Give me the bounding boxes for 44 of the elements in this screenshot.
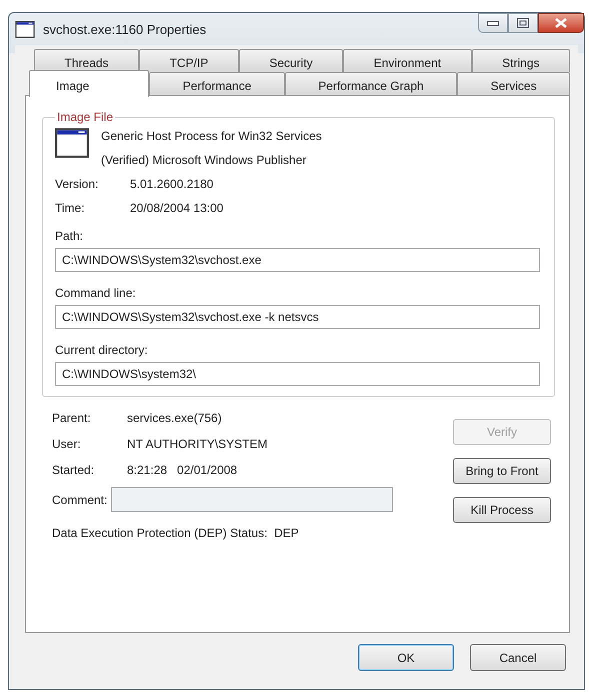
info-label: Started: xyxy=(52,463,96,477)
minimize-icon xyxy=(487,20,499,26)
tab[interactable]: TCP/IP xyxy=(139,49,239,72)
maximize-icon xyxy=(517,18,529,28)
app-icon xyxy=(15,20,35,38)
info-value: 20/08/2004 13:00 xyxy=(130,201,224,215)
info-value: services.exe(756) xyxy=(127,411,222,425)
close-button[interactable] xyxy=(538,13,584,33)
tab[interactable]: Services xyxy=(457,72,570,95)
description-text: Generic Host Process for Win32 Services xyxy=(101,129,322,143)
tab[interactable]: Security xyxy=(238,49,344,72)
info-value: 8:21:28 02/01/2008 xyxy=(127,463,238,477)
tab[interactable]: Environment xyxy=(343,49,472,72)
info-label: Version: xyxy=(55,177,100,191)
dep-status-text: Data Execution Protection (DEP) Status: DEP xyxy=(52,526,300,540)
text-field[interactable]: C:\WINDOWS\System32\svchost.exe -k netsvcs xyxy=(55,305,540,329)
close-icon xyxy=(555,18,567,28)
field-label: Command line: xyxy=(55,286,137,300)
comment-field[interactable] xyxy=(111,487,394,512)
dialog-button[interactable]: Cancel xyxy=(470,644,566,671)
info-value: NT AUTHORITY\SYSTEM xyxy=(127,437,268,451)
dialog-button[interactable]: OK xyxy=(358,644,454,671)
action-button[interactable]: Kill Process xyxy=(453,497,551,523)
info-label: User: xyxy=(52,437,82,451)
text-field[interactable]: C:\WINDOWS\System32\svchost.exe xyxy=(55,248,540,272)
tab[interactable]: Performance Graph xyxy=(284,72,458,95)
info-label: Time: xyxy=(55,201,86,215)
company-text: (Verified) Microsoft Windows Publisher xyxy=(101,153,308,167)
info-label: Parent: xyxy=(52,411,92,425)
action-button[interactable]: Bring to Front xyxy=(453,458,551,484)
minimize-button[interactable] xyxy=(478,13,508,33)
text-field[interactable]: C:\WINDOWS\system32\ xyxy=(55,362,540,386)
tab[interactable]: Strings xyxy=(472,49,570,72)
window-title: svchost.exe:1160 Properties xyxy=(43,22,206,36)
info-value: 5.01.2600.2180 xyxy=(130,177,214,191)
field-label: Current directory: xyxy=(55,343,149,357)
comment-label: Comment: xyxy=(52,492,108,506)
window-icon xyxy=(55,128,89,158)
maximize-button[interactable] xyxy=(508,13,538,33)
group-title: Image File xyxy=(56,110,114,124)
field-label: Path: xyxy=(55,229,84,243)
tab[interactable]: Image xyxy=(29,70,150,97)
tab[interactable]: Threads xyxy=(34,49,140,72)
tab[interactable]: Performance xyxy=(149,72,285,95)
